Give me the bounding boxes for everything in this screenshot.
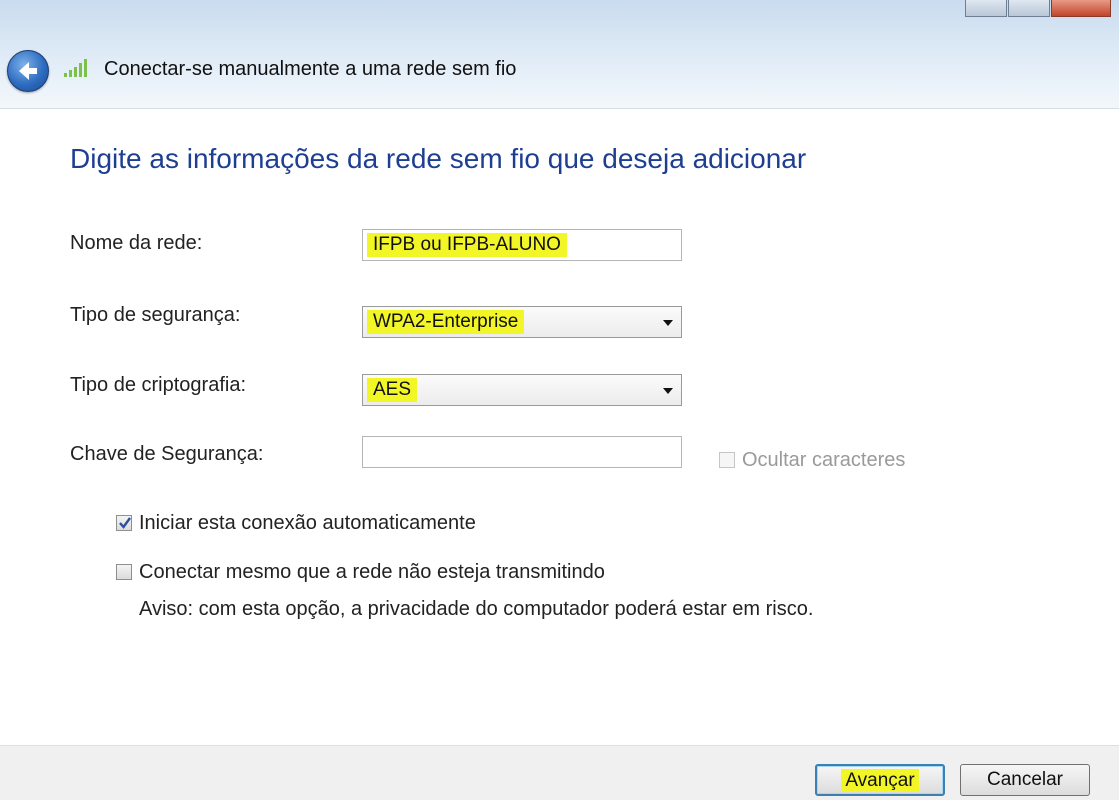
close-button[interactable] [1051,0,1111,17]
network-name-label: Nome da rede: [70,232,203,254]
connect-hidden-checkbox[interactable] [116,564,132,580]
minimize-button[interactable] [965,0,1007,17]
page-heading: Digite as informações da rede sem fio qu… [70,143,807,174]
dialog-footer: Avançar Cancelar [0,745,1119,800]
network-name-input[interactable]: IFPB ou IFPB-ALUNO [362,229,682,261]
next-button-label: Avançar [841,769,919,792]
dropdown-arrow-icon [663,320,673,326]
window-controls [964,0,1111,18]
hide-characters-label: Ocultar caracteres [742,449,906,471]
encryption-type-label: Tipo de criptografia: [70,374,247,396]
maximize-button[interactable] [1008,0,1050,17]
hide-characters-checkbox[interactable] [719,452,735,468]
encryption-type-select[interactable]: AES [362,374,682,406]
next-button[interactable]: Avançar [815,764,945,796]
security-type-label: Tipo de segurança: [70,304,241,326]
security-key-input[interactable] [362,436,682,468]
security-type-select[interactable]: WPA2-Enterprise [362,306,682,338]
security-key-label: Chave de Segurança: [70,443,264,465]
privacy-warning: Aviso: com esta opção, a privacidade do … [139,598,814,620]
connect-hidden-label: Conectar mesmo que a rede não esteja tra… [139,561,605,583]
security-type-value: WPA2-Enterprise [367,310,525,334]
network-name-value: IFPB ou IFPB-ALUNO [367,233,567,257]
dropdown-arrow-icon [663,388,673,394]
cancel-button-label: Cancelar [986,769,1064,790]
encryption-type-value: AES [367,378,418,402]
cancel-button[interactable]: Cancelar [960,764,1090,796]
wifi-signal-icon [64,59,87,77]
back-button[interactable] [7,50,49,92]
auto-connect-label: Iniciar esta conexão automaticamente [139,512,476,534]
window-title: Conectar-se manualmente a uma rede sem f… [104,58,517,80]
security-key-value [367,440,379,464]
auto-connect-checkbox[interactable] [116,515,132,531]
checkmark-icon [119,517,131,529]
back-arrow-icon [19,62,37,80]
title-bar: Conectar-se manualmente a uma rede sem f… [0,0,1119,109]
